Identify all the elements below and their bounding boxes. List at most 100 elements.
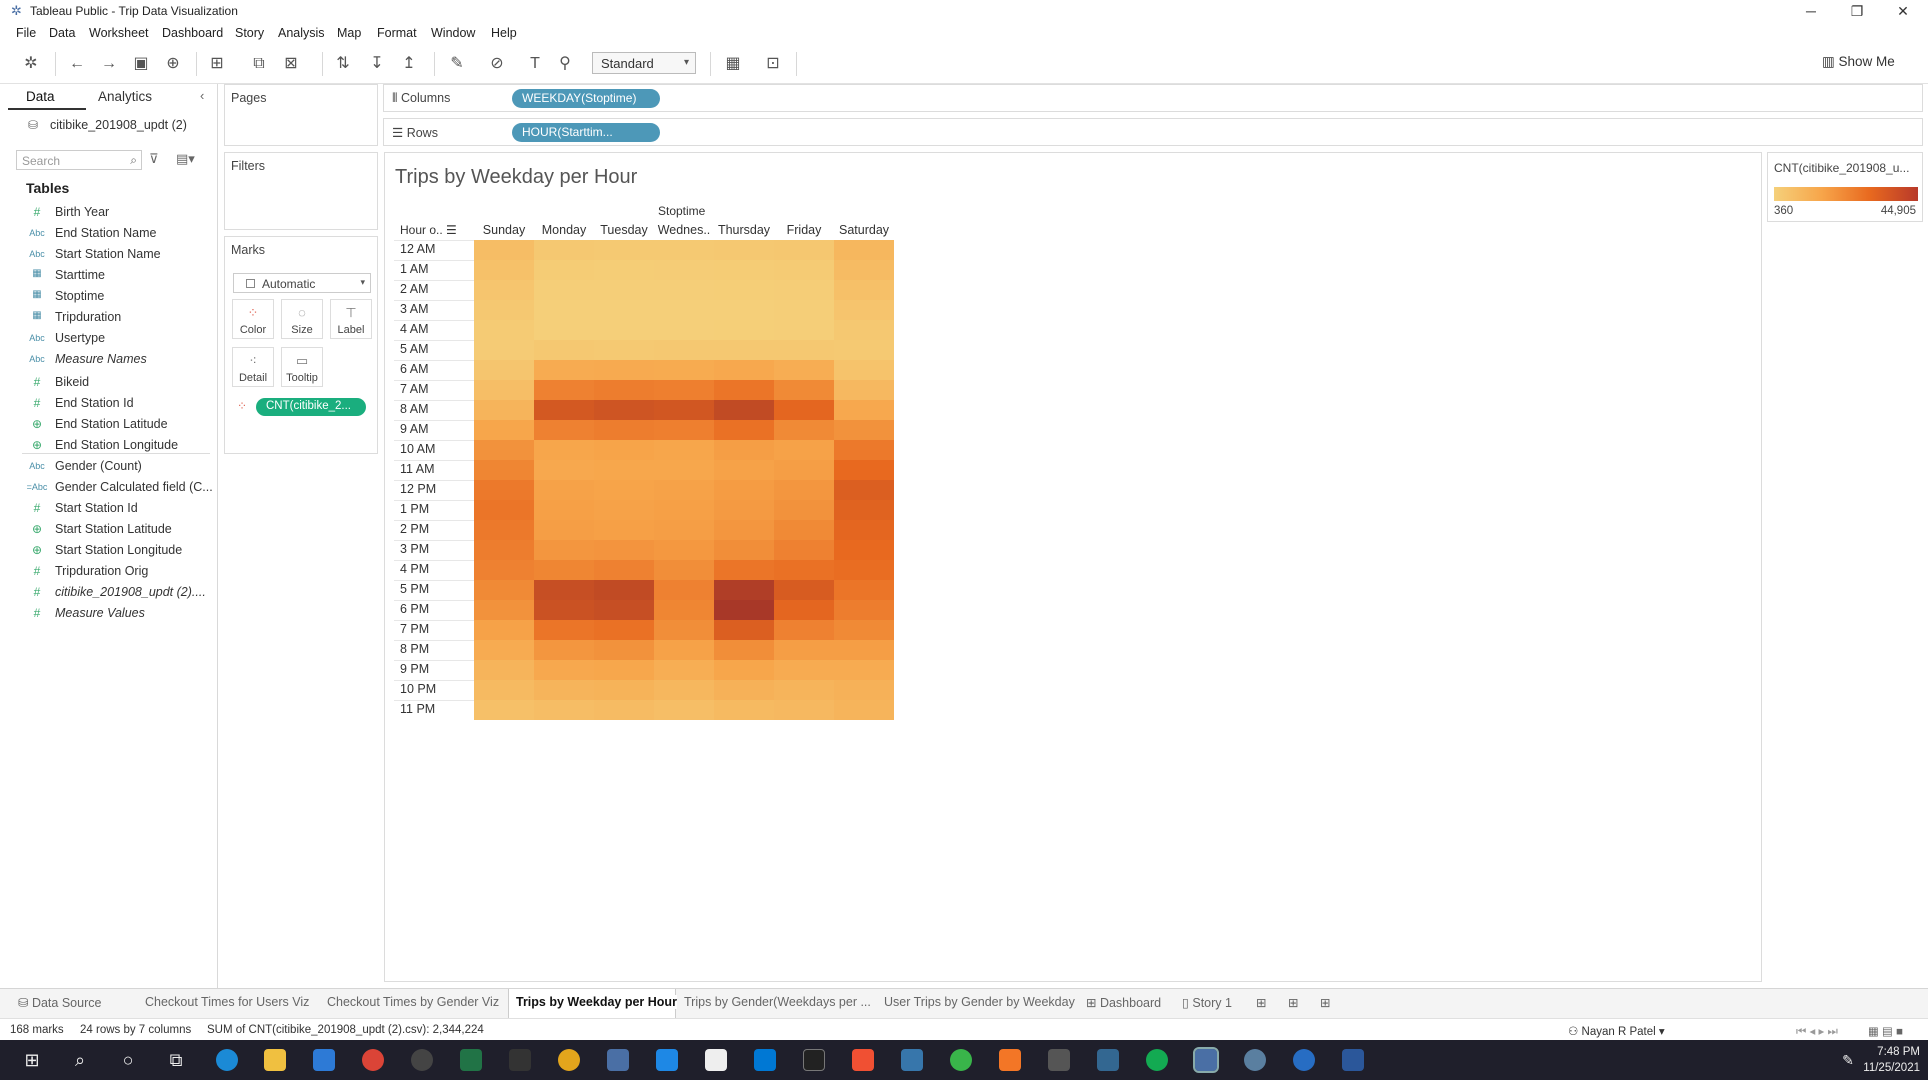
undo-icon[interactable]: ←: [66, 53, 88, 75]
heatmap-cell[interactable]: [594, 500, 654, 520]
heatmap-cell[interactable]: [534, 680, 594, 700]
color-pill[interactable]: CNT(citibike_2...: [256, 398, 366, 416]
heatmap-cell[interactable]: [774, 300, 834, 320]
calendar-icon[interactable]: [656, 1049, 678, 1071]
heatmap-cell[interactable]: [534, 480, 594, 500]
row-header[interactable]: 5 PM: [400, 582, 470, 596]
jupyter-icon[interactable]: [999, 1049, 1021, 1071]
show-me-button[interactable]: ▥ Show Me: [1822, 54, 1895, 70]
column-header[interactable]: Monday: [534, 223, 594, 237]
heatmap-cell[interactable]: [834, 320, 894, 340]
heatmap-cell[interactable]: [594, 520, 654, 540]
heatmap-cell[interactable]: [714, 500, 774, 520]
row-header[interactable]: 6 AM: [400, 362, 470, 376]
heatmap-cell[interactable]: [654, 620, 714, 640]
heatmap-cell[interactable]: [594, 660, 654, 680]
heatmap-cell[interactable]: [834, 580, 894, 600]
row-header-title[interactable]: Hour o.. ☰: [400, 223, 457, 237]
clear-sheet-icon[interactable]: ⊠: [280, 53, 302, 75]
heatmap-cell[interactable]: [594, 420, 654, 440]
heatmap-cell[interactable]: [654, 500, 714, 520]
row-header[interactable]: 7 AM: [400, 382, 470, 396]
heatmap-cell[interactable]: [714, 660, 774, 680]
filter-icon[interactable]: ⊽: [149, 151, 159, 167]
heatmap-cell[interactable]: [774, 240, 834, 260]
heatmap-cell[interactable]: [474, 260, 534, 280]
cortana-icon[interactable]: ○: [116, 1048, 140, 1072]
restore-button[interactable]: ❐: [1834, 0, 1880, 22]
r-icon[interactable]: [1293, 1049, 1315, 1071]
heatmap-cell[interactable]: [774, 700, 834, 720]
heatmap-cell[interactable]: [714, 360, 774, 380]
row-header[interactable]: 12 AM: [400, 242, 470, 256]
heatmap-cell[interactable]: [594, 280, 654, 300]
heatmap-cell[interactable]: [534, 600, 594, 620]
heatmap-cell[interactable]: [474, 700, 534, 720]
menu-map[interactable]: Map: [337, 26, 361, 40]
close-button[interactable]: ✕: [1880, 0, 1926, 22]
sheet-tab[interactable]: Checkout Times for Users Viz: [145, 995, 309, 1009]
sheet-tab-active[interactable]: Trips by Weekday per Hour: [516, 995, 677, 1009]
sheet-tab[interactable]: User Trips by Gender by Weekday: [884, 995, 1075, 1009]
field-item[interactable]: Abc End Station Name: [0, 223, 216, 243]
sheet-tab[interactable]: Checkout Times by Gender Viz: [327, 995, 499, 1009]
word-icon[interactable]: [1342, 1049, 1364, 1071]
new-data-source-icon[interactable]: ⊕: [162, 53, 184, 75]
heatmap-cell[interactable]: [534, 280, 594, 300]
view-toggle-icon[interactable]: ▦ ▤ ■: [1868, 1024, 1903, 1038]
heatmap-cell[interactable]: [774, 620, 834, 640]
field-item[interactable]: ▦ Stoptime: [0, 286, 216, 306]
heatmap-cell[interactable]: [594, 480, 654, 500]
heatmap-cell[interactable]: [654, 420, 714, 440]
heatmap-cell[interactable]: [774, 420, 834, 440]
heatmap-cell[interactable]: [474, 500, 534, 520]
chrome-icon[interactable]: [362, 1049, 384, 1071]
heatmap-cell[interactable]: [594, 340, 654, 360]
heatmap-cell[interactable]: [534, 420, 594, 440]
field-item[interactable]: ⊕ Start Station Longitude: [0, 540, 216, 560]
new-dashboard-tab-icon[interactable]: ⊞: [1288, 995, 1298, 1010]
heatmap-cell[interactable]: [834, 480, 894, 500]
heatmap-cell[interactable]: [474, 680, 534, 700]
color-legend[interactable]: CNT(citibike_201908_u... 360 44,905: [1767, 152, 1923, 222]
heatmap-cell[interactable]: [714, 460, 774, 480]
app-icon[interactable]: [509, 1049, 531, 1071]
heatmap-cell[interactable]: [714, 600, 774, 620]
heatmap-cell[interactable]: [714, 620, 774, 640]
heatmap-cell[interactable]: [714, 260, 774, 280]
column-header[interactable]: Thursday: [714, 223, 774, 237]
collapse-pane-icon[interactable]: ‹: [200, 88, 204, 103]
menu-format[interactable]: Format: [377, 26, 417, 40]
heatmap-cell[interactable]: [474, 460, 534, 480]
heatmap-cell[interactable]: [594, 540, 654, 560]
tab-data[interactable]: Data: [8, 84, 86, 110]
heatmap-cell[interactable]: [534, 380, 594, 400]
column-header[interactable]: Sunday: [474, 223, 534, 237]
fit-dropdown[interactable]: Standard ▾: [592, 52, 696, 74]
column-header[interactable]: Tuesday: [594, 223, 654, 237]
heatmap-cell[interactable]: [654, 520, 714, 540]
row-header[interactable]: 6 PM: [400, 602, 470, 616]
heatmap-cell[interactable]: [474, 560, 534, 580]
heatmap-cell[interactable]: [714, 320, 774, 340]
label-button[interactable]: ⊤ Label: [330, 299, 372, 339]
vscode-icon[interactable]: [754, 1049, 776, 1071]
heatmap-cell[interactable]: [474, 480, 534, 500]
slack-icon[interactable]: [558, 1049, 580, 1071]
field-item[interactable]: # End Station Id: [0, 393, 216, 413]
heatmap-cell[interactable]: [834, 680, 894, 700]
heatmap-cell[interactable]: [714, 300, 774, 320]
row-header[interactable]: 11 AM: [400, 462, 470, 476]
heatmap-cell[interactable]: [654, 640, 714, 660]
row-header[interactable]: 11 PM: [400, 702, 470, 716]
heatmap-cell[interactable]: [834, 300, 894, 320]
heatmap-cell[interactable]: [534, 520, 594, 540]
row-header[interactable]: 8 AM: [400, 402, 470, 416]
system-clock[interactable]: 7:48 PM 11/25/2021: [1863, 1044, 1920, 1076]
heatmap-cell[interactable]: [654, 300, 714, 320]
heatmap-cell[interactable]: [534, 400, 594, 420]
heatmap-cell[interactable]: [474, 420, 534, 440]
search-input[interactable]: Search ⌕: [16, 150, 142, 170]
dell-icon[interactable]: [411, 1049, 433, 1071]
detail-button[interactable]: ⁖ Detail: [232, 347, 274, 387]
